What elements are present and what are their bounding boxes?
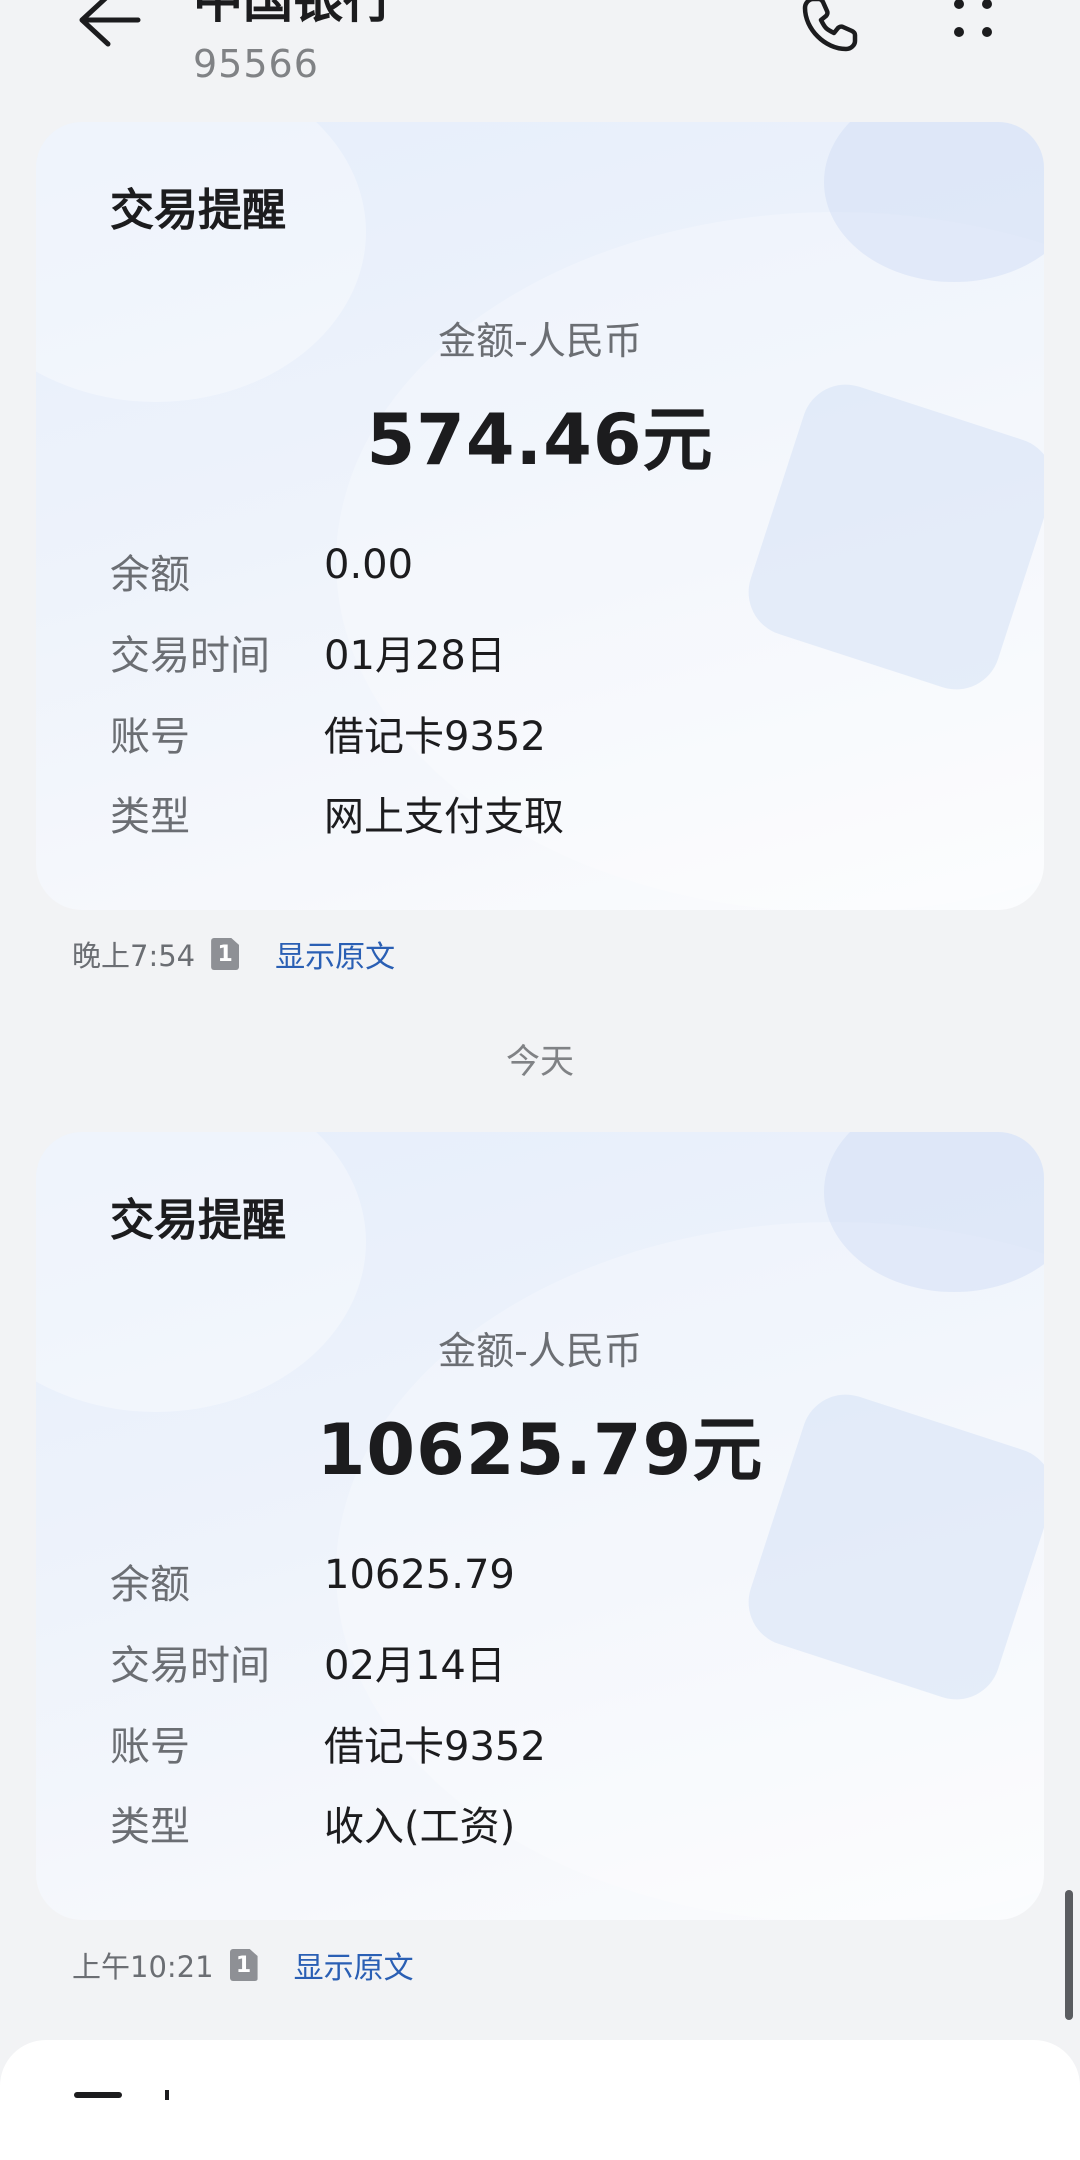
account-value: 借记卡9352 [324, 1724, 546, 1770]
amount-value: 574.46元 [366, 399, 714, 481]
account-label: 账号 [110, 714, 190, 760]
scrollbar[interactable] [1065, 1890, 1073, 2020]
message-time: 上午10:21 [72, 1950, 214, 1984]
call-button[interactable] [790, 0, 870, 64]
partial-icon [74, 2092, 122, 2098]
show-original-link[interactable]: 显示原文 [275, 932, 395, 976]
next-message-card[interactable] [0, 2040, 1080, 2160]
card-title: 交易提醒 [110, 1195, 286, 1246]
more-options-button[interactable] [933, 0, 1013, 64]
transaction-time-label: 交易时间 [110, 633, 270, 679]
back-button[interactable] [70, 0, 150, 60]
show-original-link[interactable]: 显示原文 [294, 1943, 414, 1987]
balance-label: 余额 [110, 1562, 190, 1608]
sim-card-icon: 1 [211, 938, 240, 970]
card-title: 交易提醒 [110, 185, 286, 236]
sim-card-icon: 1 [229, 1949, 258, 1981]
type-label: 类型 [110, 1804, 190, 1850]
amount-label: 金额-人民币 [438, 319, 642, 363]
conversation-header: 中国银行 95566 [0, 0, 1080, 120]
phone-icon [802, 0, 858, 52]
back-arrow-icon [79, 0, 141, 47]
account-label: 账号 [110, 1724, 190, 1770]
balance-label: 余额 [110, 552, 190, 598]
balance-value: 10625.79 [324, 1552, 515, 1598]
sender-number: 95566 [193, 42, 319, 86]
message-time: 晚上7:54 [72, 939, 196, 973]
type-label: 类型 [110, 794, 190, 840]
transaction-card[interactable]: 交易提醒 金额-人民币 10625.79元 余额 10625.79 交易时间 0… [36, 1132, 1044, 1920]
message-meta: 晚上7:54 1 显示原文 [72, 929, 395, 979]
account-value: 借记卡9352 [324, 714, 546, 760]
date-divider: 今天 [506, 1042, 574, 1082]
balance-value: 0.00 [324, 542, 414, 588]
amount-value: 10625.79元 [316, 1409, 764, 1491]
conversation-title: 中国银行 [193, 0, 393, 29]
more-vertical-icon [954, 0, 992, 37]
message-meta: 上午10:21 1 显示原文 [72, 1940, 414, 1990]
transaction-time-value: 01月28日 [324, 633, 506, 679]
partial-icon [165, 2090, 169, 2100]
amount-label: 金额-人民币 [438, 1329, 642, 1373]
type-value: 网上支付支取 [324, 794, 564, 840]
transaction-time-label: 交易时间 [110, 1643, 270, 1689]
transaction-time-value: 02月14日 [324, 1643, 506, 1689]
type-value: 收入(工资) [324, 1804, 516, 1850]
transaction-card[interactable]: 交易提醒 金额-人民币 574.46元 余额 0.00 交易时间 01月28日 … [36, 122, 1044, 910]
